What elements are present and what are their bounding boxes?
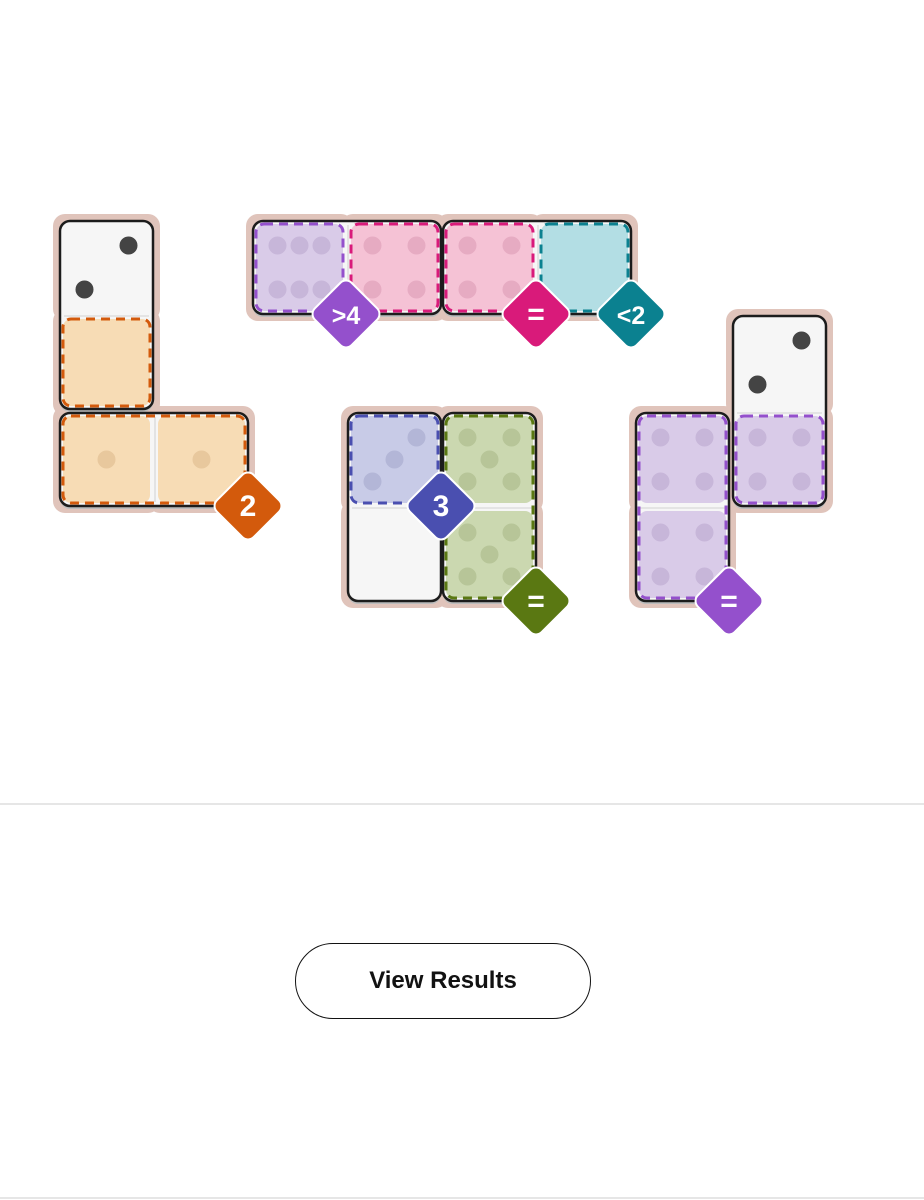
- region-fill: [639, 416, 726, 503]
- badge-label: 3: [433, 490, 450, 523]
- badge-label: =: [527, 585, 545, 618]
- pip: [748, 375, 767, 394]
- board-canvas: 2 >4 = <2 3 = =: [53, 214, 833, 636]
- pip: [792, 331, 811, 350]
- badge-label: =: [720, 585, 738, 618]
- region-fill: [63, 416, 150, 503]
- pip: [119, 236, 138, 255]
- puzzle-board: 2 >4 = <2 3 = =: [0, 0, 924, 800]
- pip: [75, 280, 94, 299]
- region-fill: [736, 416, 823, 503]
- footer-divider: [0, 1197, 924, 1199]
- view-results-button[interactable]: View Results: [295, 943, 591, 1019]
- region-fill: [63, 319, 150, 406]
- badge-label: =: [527, 298, 545, 331]
- badge-label: >4: [332, 302, 361, 330]
- section-divider: [0, 803, 924, 805]
- badge-label: <2: [617, 302, 646, 330]
- badge-label: 2: [240, 490, 257, 523]
